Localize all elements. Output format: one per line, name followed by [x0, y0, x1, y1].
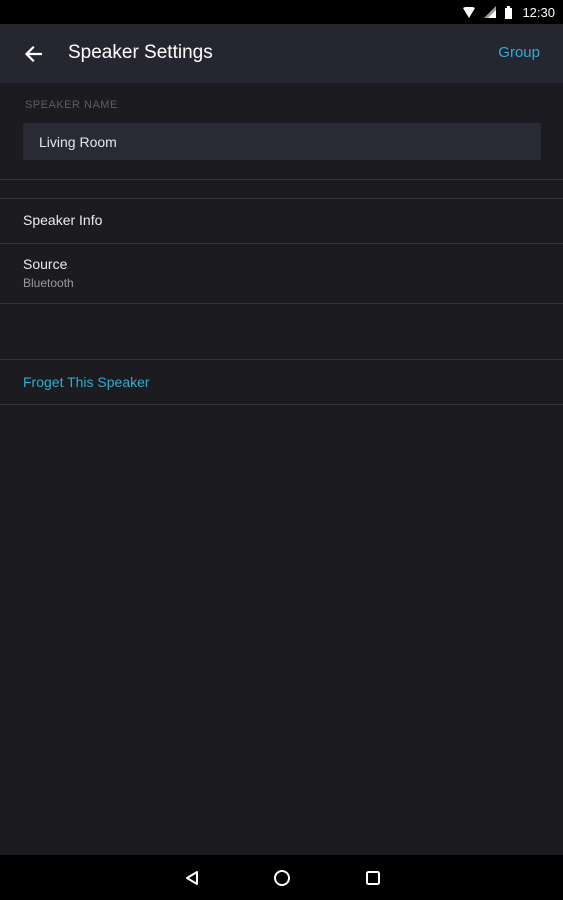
divider — [0, 404, 563, 405]
speaker-info-label: Speaker Info — [23, 212, 103, 228]
speaker-name-field[interactable]: Living Room — [23, 123, 541, 160]
source-row[interactable]: Source Bluetooth — [0, 244, 563, 303]
source-label: Source — [23, 256, 68, 272]
page-title: Speaker Settings — [68, 42, 213, 63]
forget-speaker-button[interactable]: Froget This Speaker — [23, 374, 563, 390]
forget-speaker-row[interactable]: Froget This Speaker — [0, 360, 563, 404]
status-bar: 12:30 — [0, 0, 563, 24]
source-value: Bluetooth — [23, 276, 74, 290]
wifi-icon — [463, 6, 476, 18]
divider — [0, 303, 563, 304]
back-arrow-icon[interactable] — [18, 39, 48, 69]
battery-icon — [505, 5, 513, 19]
home-circle-icon[interactable] — [270, 866, 294, 890]
speaker-name-label: SPEAKER NAME — [25, 99, 118, 111]
recents-square-icon[interactable] — [361, 866, 385, 890]
signal-icon — [484, 6, 497, 18]
status-time: 12:30 — [522, 4, 555, 20]
navigation-bar — [0, 855, 563, 900]
app-bar: Speaker Settings Group — [0, 24, 563, 83]
group-button[interactable]: Group — [498, 44, 540, 61]
speaker-info-row[interactable]: Speaker Info — [0, 199, 563, 243]
back-triangle-icon[interactable] — [180, 866, 204, 890]
divider — [0, 179, 563, 180]
